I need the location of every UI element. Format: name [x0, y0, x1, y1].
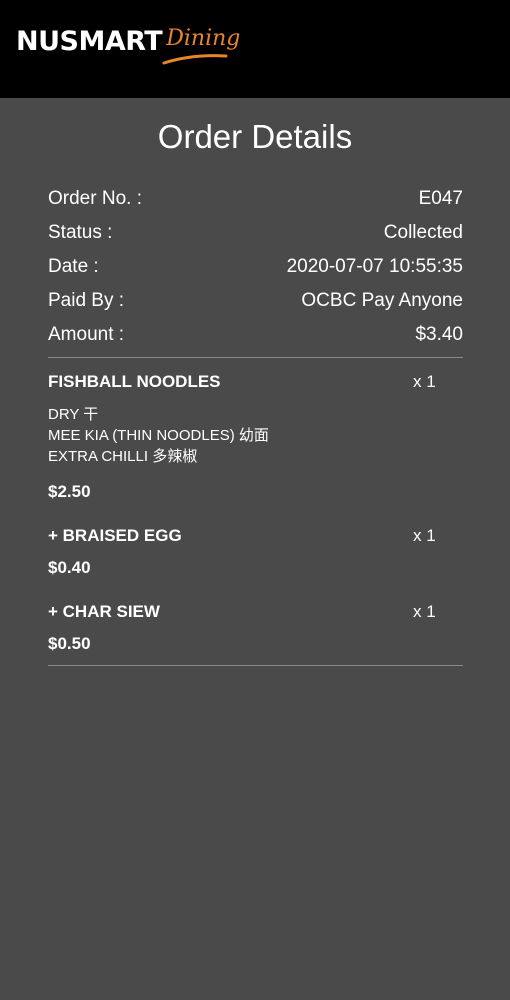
status-label: Status : [48, 222, 113, 243]
order-number-label: Order No. : [48, 188, 142, 209]
item-price: $2.50 [48, 482, 91, 501]
divider [48, 357, 463, 358]
page-title: Order Details [157, 118, 353, 155]
item-option: MEE KIA (THIN NOODLES) 幼面 [48, 427, 269, 444]
date-row: Date : 2020-07-07 10:55:35 [48, 254, 463, 280]
date-value: 2020-07-07 10:55:35 [286, 256, 463, 277]
item-option: EXTRA CHILLI 多辣椒 [48, 448, 198, 465]
app-logo: NUSMART Dining [16, 22, 240, 66]
paid-by-label: Paid By : [48, 290, 125, 311]
status-row: Status : Collected [48, 220, 463, 246]
item-price: $0.40 [48, 558, 91, 577]
date-label: Date : [48, 256, 99, 277]
app-header: NUSMART Dining [0, 0, 510, 98]
item-name: + BRAISED EGG [48, 526, 182, 545]
logo-script-text: Dining [166, 26, 241, 51]
item-name: FISHBALL NOODLES [48, 372, 221, 391]
item-option: DRY 干 [48, 406, 99, 423]
amount-value: $3.40 [415, 324, 463, 345]
divider [48, 665, 463, 666]
amount-row: Amount : $3.40 [48, 322, 463, 348]
logo-wordmark: NUSMART [16, 26, 163, 57]
paid-by-row: Paid By : OCBC Pay Anyone [48, 288, 463, 314]
item-quantity: x 1 [413, 526, 436, 545]
order-number-row: Order No. : E047 [48, 186, 463, 212]
item-price: $0.50 [48, 634, 91, 653]
item-quantity: x 1 [413, 372, 436, 391]
item-name: + CHAR SIEW [48, 602, 160, 621]
logo-script: Dining [162, 22, 241, 65]
item-quantity: x 1 [413, 602, 436, 621]
paid-by-value: OCBC Pay Anyone [301, 290, 463, 311]
order-number-value: E047 [418, 188, 463, 209]
logo-swoosh-icon [162, 54, 228, 65]
amount-label: Amount : [48, 324, 125, 345]
status-value: Collected [383, 222, 463, 243]
